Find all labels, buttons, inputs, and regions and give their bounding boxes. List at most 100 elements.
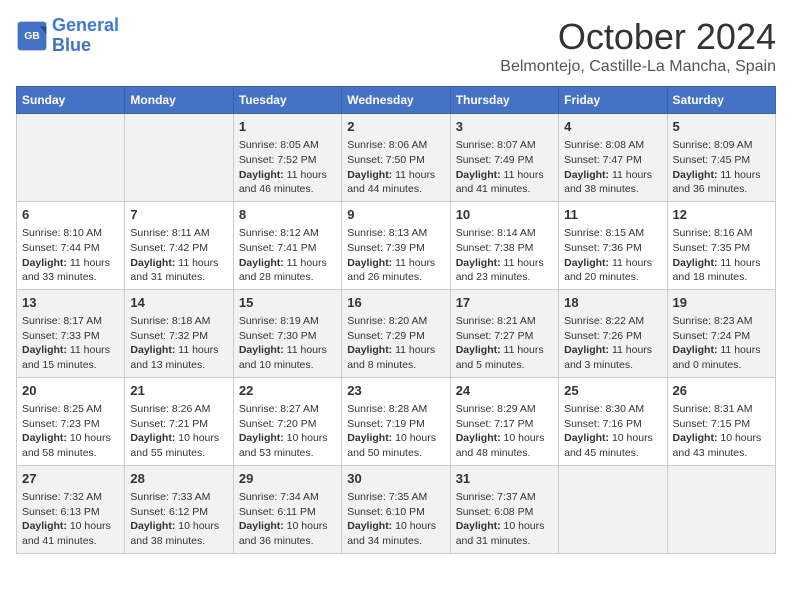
calendar-header-row: SundayMondayTuesdayWednesdayThursdayFrid… xyxy=(17,87,776,114)
day-content-line: Daylight: 11 hours and 20 minutes. xyxy=(564,256,661,285)
day-content-line: Sunrise: 8:21 AM xyxy=(456,314,553,329)
day-content-line: Sunset: 7:19 PM xyxy=(347,417,444,432)
day-number: 15 xyxy=(239,294,336,312)
day-content-line: Sunset: 7:50 PM xyxy=(347,153,444,168)
day-content-line: Sunset: 7:15 PM xyxy=(673,417,770,432)
day-number: 11 xyxy=(564,206,661,224)
day-content-line: Daylight: 10 hours and 50 minutes. xyxy=(347,431,444,460)
day-content-line: Sunset: 7:16 PM xyxy=(564,417,661,432)
day-content-line: Daylight: 10 hours and 58 minutes. xyxy=(22,431,119,460)
calendar-cell: 10Sunrise: 8:14 AMSunset: 7:38 PMDayligh… xyxy=(450,201,558,289)
day-content-line: Daylight: 11 hours and 44 minutes. xyxy=(347,168,444,197)
day-content-line: Daylight: 11 hours and 26 minutes. xyxy=(347,256,444,285)
day-content-line: Sunrise: 7:34 AM xyxy=(239,490,336,505)
day-content-line: Sunset: 7:24 PM xyxy=(673,329,770,344)
day-header-saturday: Saturday xyxy=(667,87,775,114)
calendar-cell: 22 Sunrise: 8:27 AMSunset: 7:20 PMDayligh… xyxy=(233,377,341,465)
day-content-line: Daylight: 10 hours and 38 minutes. xyxy=(130,519,227,548)
day-content-line: Sunrise: 8:16 AM xyxy=(673,226,770,241)
day-content-line: Sunset: 7:47 PM xyxy=(564,153,661,168)
day-number: 3 xyxy=(456,118,553,136)
day-content-line: Sunrise: 8:29 AM xyxy=(456,402,553,417)
day-content-line: Daylight: 10 hours and 55 minutes. xyxy=(130,431,227,460)
day-content-line: Sunrise: 8:14 AM xyxy=(456,226,553,241)
calendar-cell: 4Sunrise: 8:08 AMSunset: 7:47 PMDaylight… xyxy=(559,114,667,202)
day-number: 22 xyxy=(239,382,336,400)
day-header-friday: Friday xyxy=(559,87,667,114)
day-number: 26 xyxy=(673,382,770,400)
day-header-wednesday: Wednesday xyxy=(342,87,450,114)
day-number: 23 xyxy=(347,382,444,400)
calendar-cell: 17Sunrise: 8:21 AMSunset: 7:27 PMDayligh… xyxy=(450,289,558,377)
day-number: 7 xyxy=(130,206,227,224)
day-number: 27 xyxy=(22,470,119,488)
location-title: Belmontejo, Castille-La Mancha, Spain xyxy=(500,58,776,76)
calendar-cell xyxy=(17,114,125,202)
calendar-cell xyxy=(559,465,667,553)
day-content-line: Sunrise: 8:27 AM xyxy=(239,402,336,417)
day-content-line: Daylight: 11 hours and 36 minutes. xyxy=(673,168,770,197)
calendar-cell: 31Sunrise: 7:37 AMSunset: 6:08 PMDayligh… xyxy=(450,465,558,553)
day-content-line: Sunset: 7:52 PM xyxy=(239,153,336,168)
calendar-cell: 8Sunrise: 8:12 AMSunset: 7:41 PMDaylight… xyxy=(233,201,341,289)
day-content-line: Sunset: 6:10 PM xyxy=(347,505,444,520)
day-content-line: Sunset: 7:30 PM xyxy=(239,329,336,344)
calendar-cell: 20Sunrise: 8:25 AMSunset: 7:23 PMDayligh… xyxy=(17,377,125,465)
day-number: 2 xyxy=(347,118,444,136)
day-content-line: Sunrise: 8:11 AM xyxy=(130,226,227,241)
day-content-line: Sunset: 7:32 PM xyxy=(130,329,227,344)
day-content-line: Sunrise: 7:35 AM xyxy=(347,490,444,505)
day-content-line: Sunrise: 8:15 AM xyxy=(564,226,661,241)
day-content-line: Daylight: 11 hours and 10 minutes. xyxy=(239,343,336,372)
day-content-line: Sunset: 6:13 PM xyxy=(22,505,119,520)
page-header: GB General Blue October 2024 Belmontejo,… xyxy=(16,16,776,76)
day-header-tuesday: Tuesday xyxy=(233,87,341,114)
day-content-line: Sunset: 7:20 PM xyxy=(239,417,336,432)
day-content-line: Daylight: 10 hours and 45 minutes. xyxy=(564,431,661,460)
day-number: 24 xyxy=(456,382,553,400)
day-content-line: Daylight: 11 hours and 28 minutes. xyxy=(239,256,336,285)
day-number: 28 xyxy=(130,470,227,488)
day-number: 9 xyxy=(347,206,444,224)
svg-text:GB: GB xyxy=(24,31,40,42)
calendar-cell: 29Sunrise: 7:34 AMSunset: 6:11 PMDayligh… xyxy=(233,465,341,553)
day-content-line: Sunrise: 8:06 AM xyxy=(347,138,444,153)
day-number: 20 xyxy=(22,382,119,400)
calendar-cell: 30Sunrise: 7:35 AMSunset: 6:10 PMDayligh… xyxy=(342,465,450,553)
day-content-line: Sunrise: 8:30 AM xyxy=(564,402,661,417)
day-content-line: Sunrise: 7:32 AM xyxy=(22,490,119,505)
day-content-line: Sunrise: 8:28 AM xyxy=(347,402,444,417)
day-content-line: Sunset: 7:33 PM xyxy=(22,329,119,344)
day-content-line: Sunset: 6:08 PM xyxy=(456,505,553,520)
day-content-line: Daylight: 11 hours and 15 minutes. xyxy=(22,343,119,372)
title-block: October 2024 Belmontejo, Castille-La Man… xyxy=(500,16,776,76)
day-number: 18 xyxy=(564,294,661,312)
day-content-line: Daylight: 10 hours and 43 minutes. xyxy=(673,431,770,460)
calendar-cell: 16Sunrise: 8:20 AMSunset: 7:29 PMDayligh… xyxy=(342,289,450,377)
day-content-line: Sunset: 7:39 PM xyxy=(347,241,444,256)
calendar-cell: 2 Sunrise: 8:06 AMSunset: 7:50 PMDaylight… xyxy=(342,114,450,202)
calendar-week-row: 27 Sunrise: 7:32 AMSunset: 6:13 PM Dayligh… xyxy=(17,465,776,553)
day-number: 8 xyxy=(239,206,336,224)
day-content-line: Daylight: 11 hours and 3 minutes. xyxy=(564,343,661,372)
day-content-line: Daylight: 11 hours and 41 minutes. xyxy=(456,168,553,197)
day-content-line: Sunset: 7:42 PM xyxy=(130,241,227,256)
day-content-line: Sunset: 7:21 PM xyxy=(130,417,227,432)
day-content-line: Sunrise: 8:09 AM xyxy=(673,138,770,153)
calendar-cell: 7 Sunrise: 8:11 AMSunset: 7:42 PMDaylight… xyxy=(125,201,233,289)
day-content-line: Daylight: 11 hours and 31 minutes. xyxy=(130,256,227,285)
day-content-line: Sunrise: 8:19 AM xyxy=(239,314,336,329)
day-content-line: Sunset: 7:38 PM xyxy=(456,241,553,256)
day-content-line: Sunset: 6:12 PM xyxy=(130,505,227,520)
day-content-line: Daylight: 10 hours and 53 minutes. xyxy=(239,431,336,460)
day-number: 6 xyxy=(22,206,119,224)
calendar-week-row: 1Sunrise: 8:05 AMSunset: 7:52 PMDaylight… xyxy=(17,114,776,202)
day-content-line: Sunset: 7:23 PM xyxy=(22,417,119,432)
day-number: 13 xyxy=(22,294,119,312)
calendar-cell: 11Sunrise: 8:15 AMSunset: 7:36 PMDayligh… xyxy=(559,201,667,289)
calendar-cell: 28Sunrise: 7:33 AMSunset: 6:12 PMDayligh… xyxy=(125,465,233,553)
day-content-line: Sunrise: 8:23 AM xyxy=(673,314,770,329)
day-content-line: Daylight: 11 hours and 18 minutes. xyxy=(673,256,770,285)
day-header-sunday: Sunday xyxy=(17,87,125,114)
day-content-line: Daylight: 11 hours and 8 minutes. xyxy=(347,343,444,372)
